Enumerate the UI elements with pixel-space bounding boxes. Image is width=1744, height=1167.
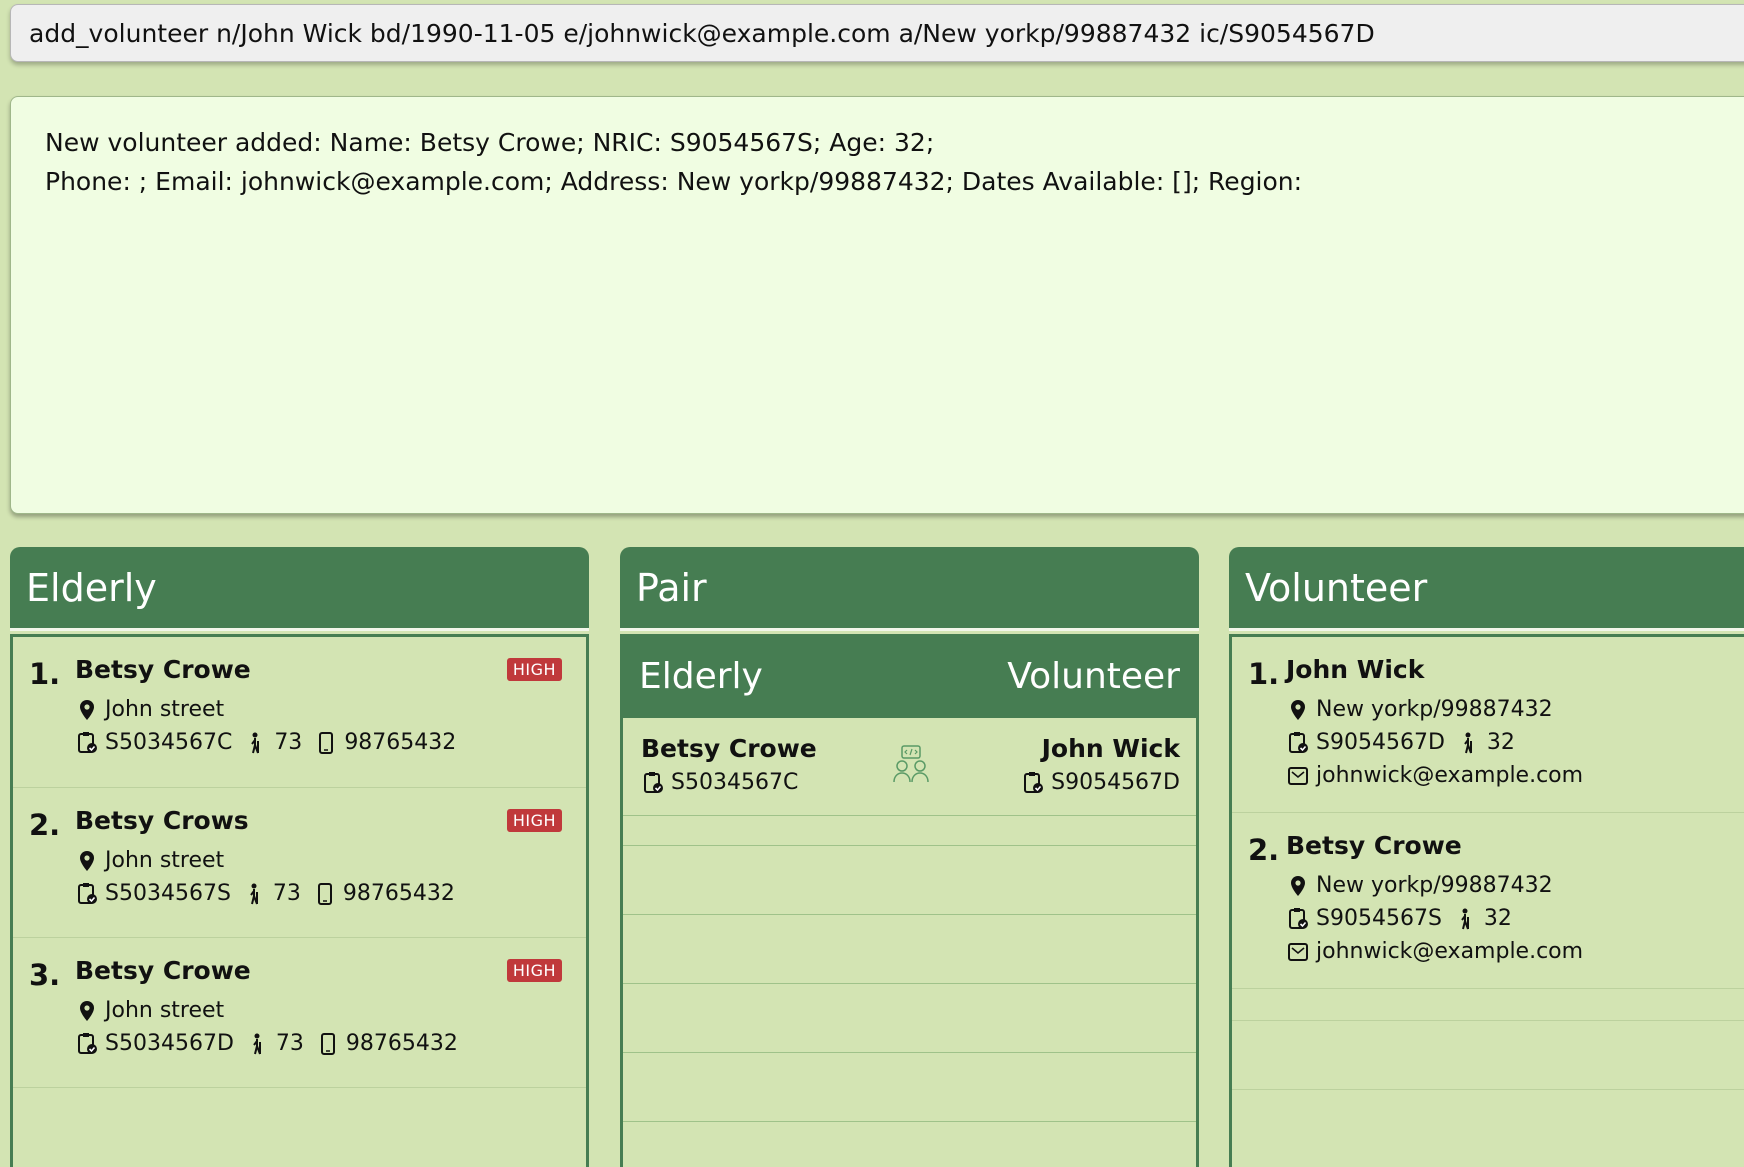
volunteer-card[interactable]: 2. Betsy Crowe New yorkp/99887432 S90545… [1232, 813, 1744, 989]
empty-row [1232, 989, 1744, 1021]
phone-icon [317, 882, 332, 905]
pair-column-header: Elderly Volunteer [623, 634, 1196, 718]
volunteer-email: johnwick@example.com [1316, 763, 1584, 788]
volunteer-address: New yorkp/99887432 [1316, 697, 1553, 722]
risk-badge: HIGH [506, 959, 562, 982]
id-card-icon [78, 882, 97, 904]
card-index: 2. [29, 808, 61, 842]
volunteer-list[interactable]: 1. John Wick New yorkp/99887432 S9054567… [1229, 634, 1744, 1167]
age-person-icon [250, 883, 258, 904]
empty-row [623, 984, 1196, 1053]
location-pin-icon [1291, 699, 1305, 720]
elderly-card[interactable]: 3. Betsy Crowe HIGH John street S5034567… [13, 938, 586, 1088]
elderly-name: Betsy Crowe [75, 956, 251, 985]
empty-row [623, 1053, 1196, 1122]
age-person-icon [253, 1033, 261, 1054]
pair-elderly-name: Betsy Crowe [641, 734, 817, 763]
volunteer-email: johnwick@example.com [1316, 939, 1584, 964]
elderly-age: 73 [272, 881, 301, 906]
elderly-card[interactable]: 1. Betsy Crowe HIGH John street S5034567… [13, 637, 586, 788]
elderly-phone: 98765432 [344, 730, 457, 755]
email-icon [1288, 766, 1308, 785]
empty-row [623, 816, 1196, 846]
elderly-address: John street [105, 697, 225, 722]
pair-icon [893, 745, 929, 783]
elderly-name: Betsy Crows [75, 806, 249, 835]
empty-row [623, 846, 1196, 915]
volunteer-panel: Volunteer 1. John Wick New yorkp/9988743… [1229, 547, 1744, 1167]
location-pin-icon [80, 1000, 94, 1021]
volunteer-name: Betsy Crowe [1286, 831, 1462, 860]
email-icon [1288, 942, 1308, 961]
phone-icon [319, 731, 334, 754]
elderly-address: John street [105, 998, 225, 1023]
pair-elderly-nric: S5034567C [671, 770, 799, 795]
elderly-age: 73 [275, 1031, 304, 1056]
elderly-panel-title: Elderly [10, 547, 589, 631]
pair-card[interactable]: Betsy Crowe S5034567C John Wick S9054567… [623, 718, 1196, 816]
id-card-icon [1024, 771, 1044, 793]
volunteer-age: 32 [1486, 730, 1515, 755]
card-index: 1. [1248, 657, 1280, 691]
elderly-nric: S5034567C [105, 730, 233, 755]
pair-list[interactable]: Elderly Volunteer Betsy Crowe S5034567C … [620, 634, 1199, 1167]
risk-badge: HIGH [506, 809, 562, 832]
phone-icon [320, 1032, 335, 1055]
id-card-icon [1289, 731, 1308, 753]
pair-panel-title: Pair [620, 547, 1199, 631]
result-display: New volunteer added: Name: Betsy Crowe; … [10, 96, 1744, 514]
empty-row [623, 915, 1196, 984]
elderly-phone: 98765432 [345, 1031, 458, 1056]
location-pin-icon [80, 699, 94, 720]
elderly-phone: 98765432 [342, 881, 455, 906]
id-card-icon [1289, 907, 1308, 929]
location-pin-icon [80, 850, 94, 871]
empty-row [623, 1122, 1196, 1167]
elderly-nric: S5034567S [105, 881, 231, 906]
pair-panel: Pair Elderly Volunteer Betsy Crowe S5034… [620, 547, 1199, 1167]
volunteer-card[interactable]: 1. John Wick New yorkp/99887432 S9054567… [1232, 637, 1744, 813]
pair-volunteer-nric: S9054567D [1051, 770, 1180, 795]
result-line-2: Phone: ; Email: johnwick@example.com; Ad… [45, 167, 1303, 196]
pair-volunteer-name: John Wick [1041, 734, 1180, 763]
volunteer-name: John Wick [1286, 655, 1425, 684]
volunteer-nric: S9054567D [1316, 730, 1445, 755]
command-text: add_volunteer n/John Wick bd/1990-11-05 … [29, 18, 1375, 48]
id-card-icon [644, 771, 663, 793]
risk-badge: HIGH [506, 658, 562, 681]
card-index: 1. [29, 657, 61, 691]
elderly-address: John street [105, 848, 225, 873]
id-card-icon [78, 1032, 97, 1054]
volunteer-nric: S9054567S [1316, 906, 1442, 931]
result-line-1: New volunteer added: Name: Betsy Crowe; … [45, 128, 935, 157]
elderly-list[interactable]: 1. Betsy Crowe HIGH John street S5034567… [10, 634, 589, 1167]
elderly-card[interactable]: 2. Betsy Crows HIGH John street S5034567… [13, 788, 586, 938]
command-input[interactable]: add_volunteer n/John Wick bd/1990-11-05 … [10, 4, 1744, 62]
location-pin-icon [1291, 875, 1305, 896]
empty-row [1232, 1021, 1744, 1090]
id-card-icon [78, 731, 97, 753]
volunteer-panel-title: Volunteer [1229, 547, 1744, 631]
pair-col-elderly: Elderly [639, 655, 763, 697]
card-index: 3. [29, 958, 61, 992]
pair-col-volunteer: Volunteer [1007, 655, 1180, 697]
volunteer-address: New yorkp/99887432 [1316, 873, 1553, 898]
age-person-icon [1461, 908, 1469, 929]
elderly-nric: S5034567D [105, 1031, 234, 1056]
card-index: 2. [1248, 833, 1280, 867]
elderly-age: 73 [274, 730, 303, 755]
volunteer-age: 32 [1483, 906, 1512, 931]
age-person-icon [251, 732, 260, 753]
age-person-icon [1464, 732, 1472, 753]
elderly-panel: Elderly 1. Betsy Crowe HIGH John street … [10, 547, 589, 1167]
elderly-name: Betsy Crowe [75, 655, 251, 684]
